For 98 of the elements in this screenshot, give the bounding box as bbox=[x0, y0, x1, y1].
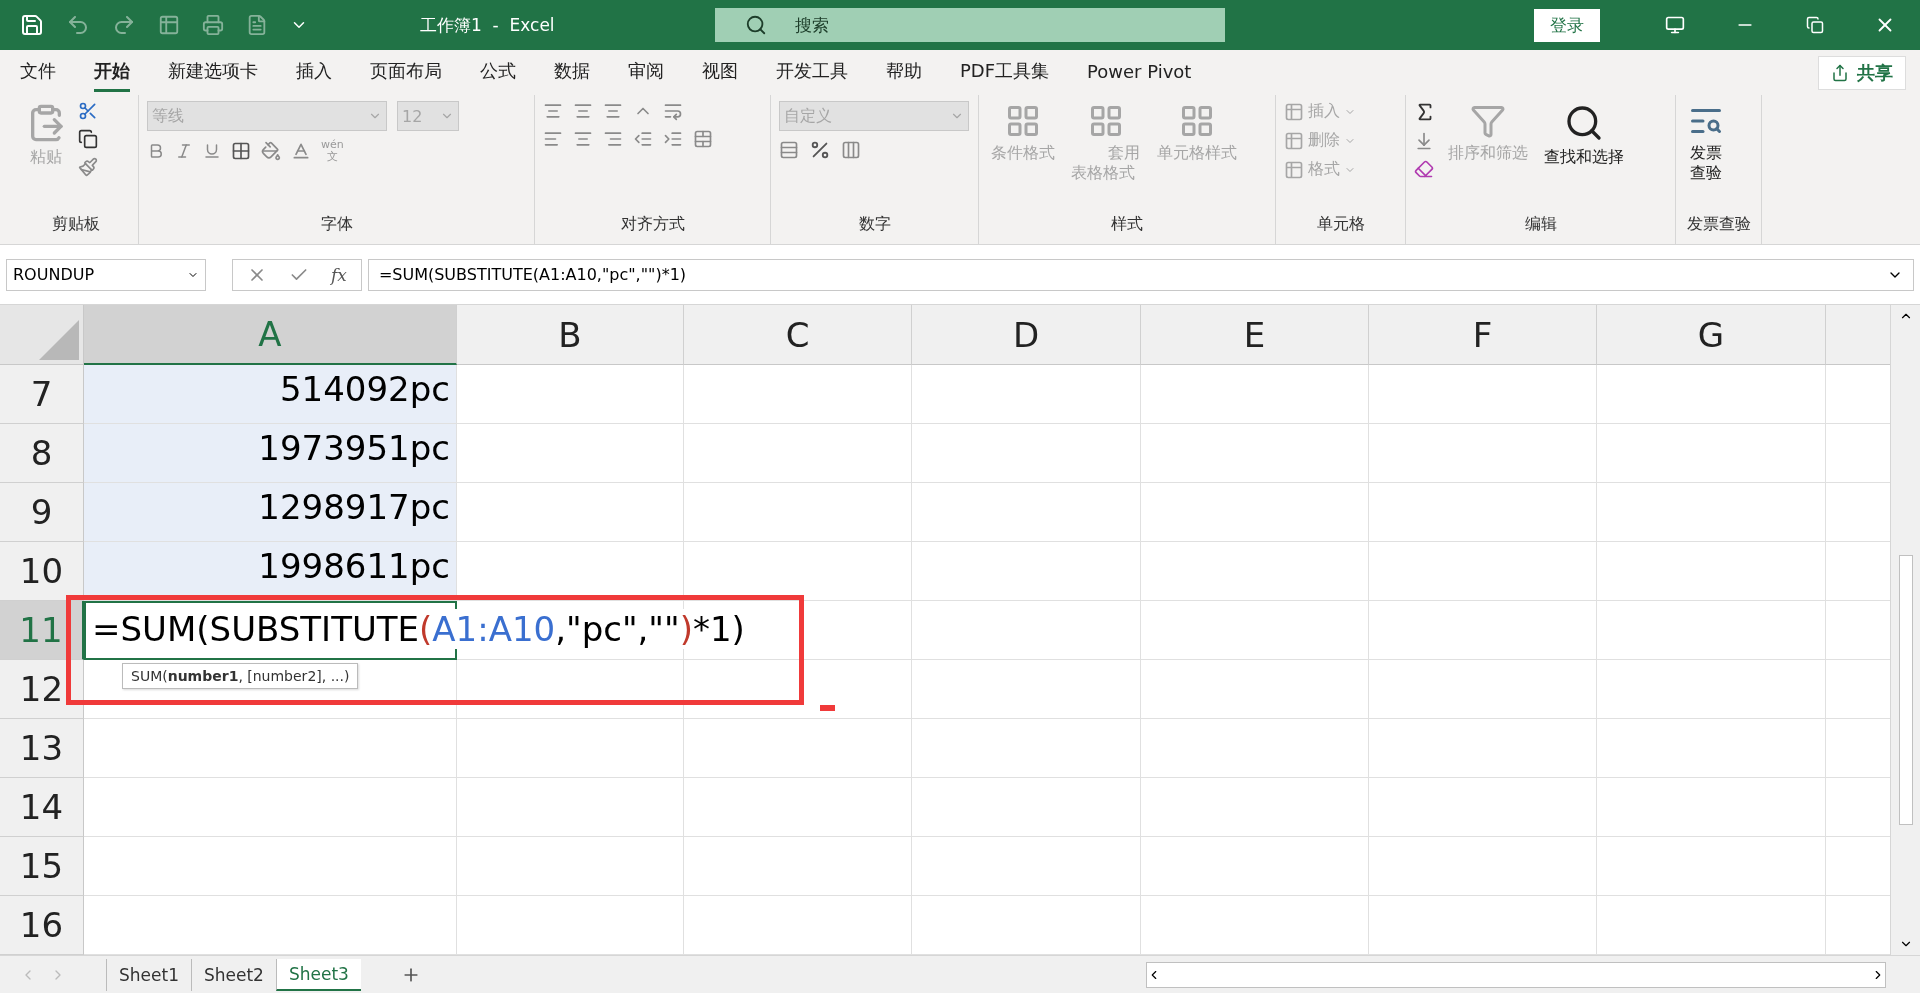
columns-icon[interactable] bbox=[841, 140, 861, 160]
ribbon-tab[interactable]: 插入 bbox=[296, 53, 332, 92]
paintbrush-icon[interactable] bbox=[78, 157, 98, 177]
row-header[interactable]: 15 bbox=[0, 837, 84, 896]
group-title: 字体 bbox=[319, 214, 354, 235]
row-header[interactable]: 10 bbox=[0, 542, 84, 601]
ribbon-tab[interactable]: 页面布局 bbox=[370, 53, 442, 92]
editing-button[interactable]: 查找和选择 bbox=[1540, 101, 1628, 214]
scrollbar-thumb[interactable] bbox=[1898, 555, 1913, 825]
table-icon bbox=[1284, 130, 1304, 151]
rows-icon[interactable] bbox=[779, 140, 799, 160]
indent-increase-icon[interactable] bbox=[663, 129, 683, 149]
ribbon-tab[interactable]: 文件 bbox=[20, 53, 56, 92]
ribbon-tab[interactable]: 公式 bbox=[480, 53, 516, 92]
form-icon[interactable] bbox=[158, 14, 180, 36]
ribbon-tab[interactable]: Power Pivot bbox=[1087, 54, 1192, 91]
row-header[interactable]: 7 bbox=[0, 365, 84, 424]
group-title: 剪贴板 bbox=[51, 214, 101, 235]
column-header[interactable]: A bbox=[84, 305, 457, 365]
printer-icon[interactable] bbox=[202, 14, 224, 36]
indent-decrease-icon[interactable] bbox=[633, 129, 653, 149]
cell-value: 1998611pc bbox=[257, 545, 451, 586]
table-icon bbox=[1284, 101, 1304, 122]
align-middle-icon[interactable] bbox=[573, 101, 593, 121]
group-title: 对齐方式 bbox=[619, 214, 686, 235]
font-color-icon[interactable] bbox=[291, 141, 311, 162]
group-title: 单元格 bbox=[1315, 214, 1366, 235]
group-title: 编辑 bbox=[1523, 214, 1558, 235]
cell-value: 1298917pc bbox=[257, 486, 451, 527]
column-header[interactable]: G bbox=[1597, 305, 1826, 365]
fill-bucket-icon[interactable] bbox=[261, 141, 281, 162]
vertical-scrollbar[interactable] bbox=[1890, 305, 1920, 955]
wrap-text-icon[interactable] bbox=[663, 101, 683, 121]
share-icon bbox=[1831, 63, 1849, 82]
ribbon-tab[interactable]: 视图 bbox=[702, 53, 738, 92]
ribbon-tab[interactable]: 新建选项卡 bbox=[168, 53, 258, 92]
align-top-icon[interactable] bbox=[543, 101, 563, 121]
ribbon-tab[interactable]: 开始 bbox=[94, 53, 130, 92]
search-field[interactable]: 搜索 bbox=[715, 8, 1225, 42]
search-icon bbox=[1564, 103, 1604, 143]
cell-value: 514092pc bbox=[278, 368, 451, 409]
sheet-tab[interactable]: Sheet3 bbox=[275, 958, 361, 991]
group-title: 发票查验 bbox=[1685, 214, 1752, 235]
row-header[interactable]: 14 bbox=[0, 778, 84, 837]
table-icon bbox=[1284, 159, 1304, 180]
name-box[interactable]: ROUNDUP bbox=[6, 258, 206, 291]
window-title: 工作簿1 - Excel bbox=[420, 13, 556, 37]
scissors-icon[interactable] bbox=[78, 101, 98, 121]
triangle-icon bbox=[39, 320, 79, 360]
ribbon-tab[interactable]: 开发工具 bbox=[776, 53, 848, 92]
search-icon bbox=[745, 14, 767, 36]
align-left-icon[interactable] bbox=[543, 129, 563, 149]
undo-icon[interactable] bbox=[66, 13, 90, 37]
percent-icon[interactable] bbox=[809, 139, 831, 161]
cell-formula[interactable]: =SUM(SUBSTITUTE(A1:A10,"pc","")*1) bbox=[92, 609, 745, 649]
borders-icon[interactable] bbox=[231, 141, 251, 162]
function-tooltip: SUM(number1, [number2], ...) bbox=[122, 663, 359, 689]
row-header[interactable]: 9 bbox=[0, 483, 84, 542]
column-header[interactable]: D bbox=[912, 305, 1141, 365]
group-title: 数字 bbox=[857, 214, 892, 235]
column-header[interactable]: C bbox=[684, 305, 912, 365]
redo-icon[interactable] bbox=[112, 13, 136, 37]
insert-function-button[interactable]: fx bbox=[331, 264, 347, 285]
row-header[interactable]: 8 bbox=[0, 424, 84, 483]
copy-icon[interactable] bbox=[78, 129, 98, 149]
align-right-icon[interactable] bbox=[603, 129, 623, 149]
annotation-mark bbox=[820, 705, 835, 711]
column-header[interactable]: E bbox=[1141, 305, 1369, 365]
group-title: 样式 bbox=[1110, 214, 1144, 235]
italic-icon[interactable] bbox=[175, 142, 193, 161]
sheet-tab[interactable]: Sheet1 bbox=[106, 958, 191, 991]
eraser-icon[interactable] bbox=[1414, 159, 1436, 179]
ribbon-tab[interactable]: PDF工具集 bbox=[960, 53, 1050, 92]
row-header[interactable]: 11 bbox=[0, 601, 84, 660]
sheet-tab[interactable]: Sheet2 bbox=[190, 958, 276, 991]
horizontal-scrollbar[interactable] bbox=[1146, 961, 1886, 988]
save-icon[interactable] bbox=[20, 13, 44, 37]
align-center-icon[interactable] bbox=[573, 129, 593, 149]
share-button[interactable]: 共享 bbox=[1818, 55, 1906, 90]
underline-icon[interactable] bbox=[203, 142, 221, 161]
ribbon-tab[interactable]: 帮助 bbox=[886, 53, 922, 92]
filter-icon bbox=[1470, 103, 1506, 139]
row-header[interactable]: 13 bbox=[0, 719, 84, 778]
login-button[interactable]: 登录 bbox=[1534, 8, 1600, 42]
column-header[interactable]: B bbox=[457, 305, 684, 365]
align-bottom-icon[interactable] bbox=[603, 101, 623, 121]
cell-value: 1973951pc bbox=[257, 427, 451, 468]
column-header[interactable]: F bbox=[1369, 305, 1597, 365]
formula-field[interactable]: =SUM(SUBSTITUTE(A1:A10,"pc","")*1) bbox=[367, 258, 1914, 291]
grid-icon bbox=[1005, 103, 1041, 139]
ribbon-tab[interactable]: 审阅 bbox=[628, 53, 664, 92]
ribbon-tab[interactable]: 数据 bbox=[554, 53, 590, 92]
select-all-corner[interactable] bbox=[0, 305, 84, 365]
merge-icon[interactable] bbox=[693, 129, 713, 149]
invoice-check-button[interactable]: 发票查验 bbox=[1684, 101, 1728, 214]
row-header[interactable]: 12 bbox=[0, 660, 84, 719]
row-header[interactable]: 16 bbox=[0, 896, 84, 955]
document-icon[interactable] bbox=[246, 14, 268, 36]
